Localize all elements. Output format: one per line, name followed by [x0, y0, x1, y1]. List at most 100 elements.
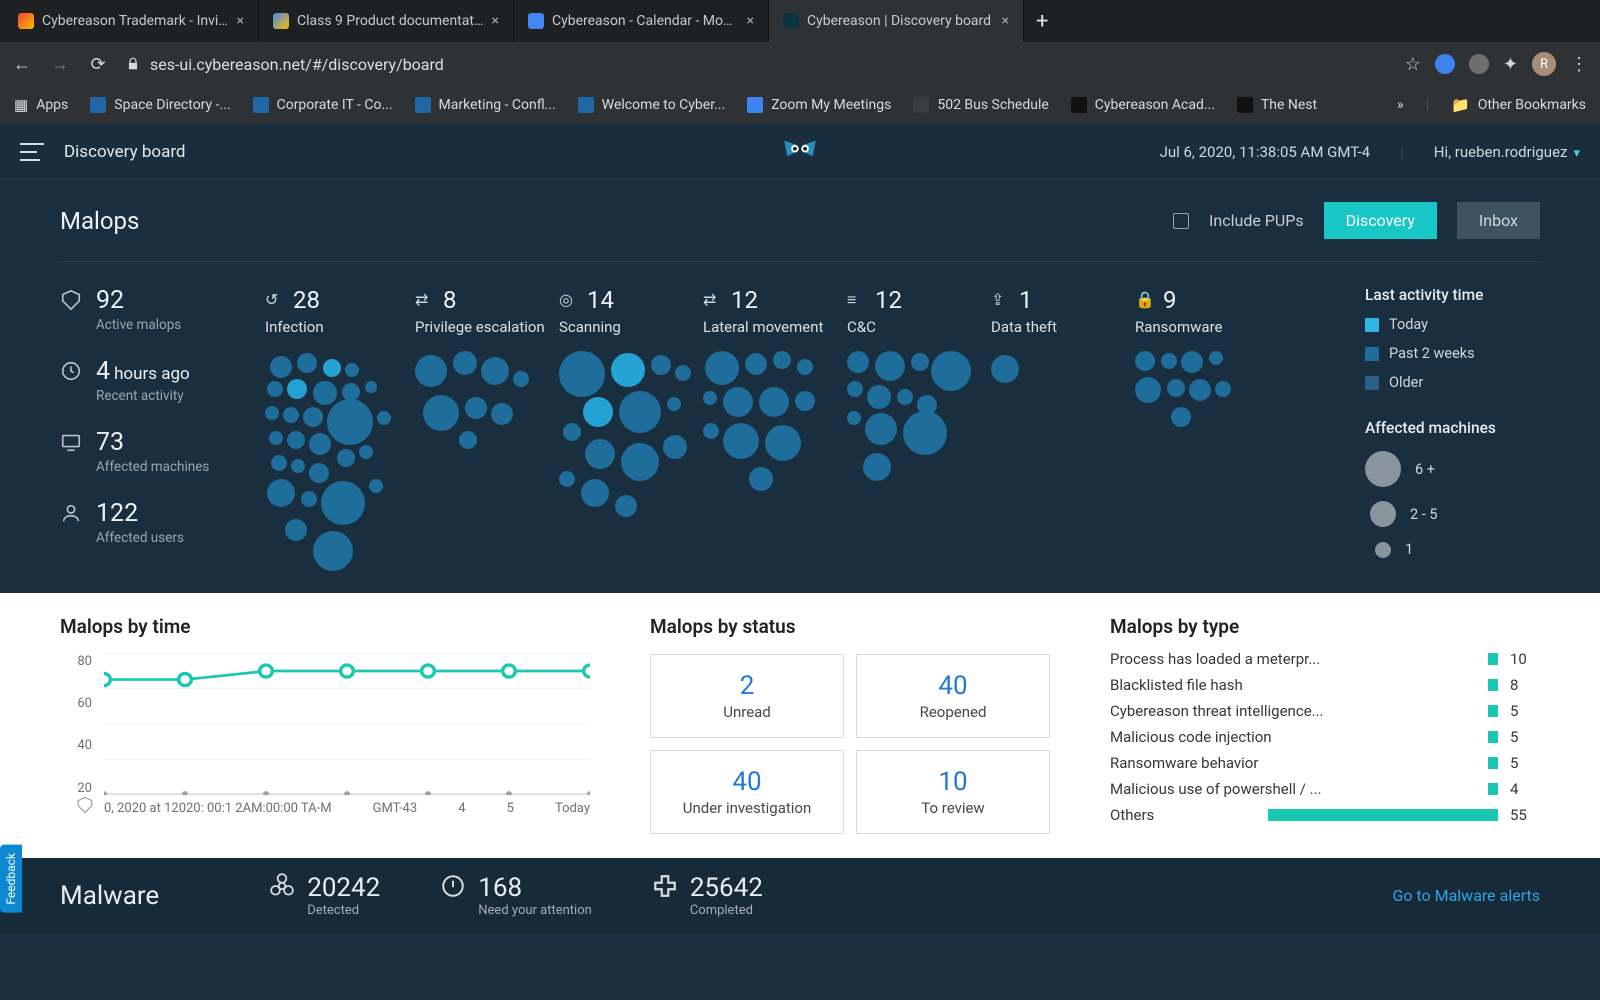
malop-bubble[interactable]: [309, 433, 331, 455]
malware-alerts-link[interactable]: Go to Malware alerts: [1392, 886, 1540, 905]
address-field[interactable]: ses-ui.cybereason.net/#/discovery/board: [126, 55, 1387, 74]
malop-bubble[interactable]: [297, 353, 317, 373]
user-menu[interactable]: Hi, rueben.rodriguez▾: [1434, 143, 1580, 161]
malop-bubble[interactable]: [377, 411, 391, 425]
malop-bubble[interactable]: [847, 411, 861, 425]
bookmark-item[interactable]: Cybereason Acad...: [1071, 97, 1215, 113]
malop-bubble[interactable]: [309, 463, 329, 483]
malop-bubble[interactable]: [491, 403, 513, 425]
category-infection[interactable]: ↺28Infection: [265, 286, 411, 571]
category-scanning[interactable]: ◎14Scanning: [559, 286, 699, 571]
malop-bubble[interactable]: [559, 351, 605, 397]
malop-bubble[interactable]: [667, 397, 681, 411]
category-lateral-movement[interactable]: ⇄12Lateral movement: [703, 286, 843, 571]
malop-bubble[interactable]: [323, 359, 341, 377]
bookmark-item[interactable]: Welcome to Cyber...: [578, 97, 725, 113]
browser-tab[interactable]: Cybereason - Calendar - Mond×: [514, 0, 769, 42]
type-row[interactable]: Malicious code injection5: [1110, 728, 1540, 746]
malop-bubble[interactable]: [651, 355, 671, 375]
malop-bubble[interactable]: [847, 351, 869, 373]
malop-bubble[interactable]: [1135, 377, 1161, 403]
type-row[interactable]: Ransomware behavior5: [1110, 754, 1540, 772]
profile-avatar[interactable]: R: [1532, 52, 1556, 76]
bookmark-item[interactable]: The Nest: [1237, 97, 1317, 113]
malop-bubble[interactable]: [270, 356, 292, 378]
status-card[interactable]: 40Reopened: [856, 654, 1050, 738]
inbox-button[interactable]: Inbox: [1457, 202, 1540, 239]
malop-bubble[interactable]: [675, 365, 691, 381]
malop-bubble[interactable]: [265, 406, 279, 420]
malop-bubble[interactable]: [703, 423, 719, 439]
malop-bubble[interactable]: [865, 413, 897, 445]
malop-bubble[interactable]: [1135, 351, 1155, 371]
menu-icon[interactable]: [20, 143, 44, 161]
malop-bubble[interactable]: [585, 439, 615, 469]
type-row[interactable]: Process has loaded a meterpr...10: [1110, 650, 1540, 668]
malop-bubble[interactable]: [271, 455, 287, 471]
reload-icon[interactable]: ⟳: [88, 54, 108, 74]
malop-bubble[interactable]: [723, 423, 759, 459]
malop-bubble[interactable]: [459, 431, 477, 449]
close-icon[interactable]: ×: [492, 13, 499, 29]
bookmark-item[interactable]: 502 Bus Schedule: [913, 97, 1048, 113]
malop-bubble[interactable]: [423, 395, 459, 431]
malop-bubble[interactable]: [583, 397, 613, 427]
malop-bubble[interactable]: [759, 387, 789, 417]
malop-bubble[interactable]: [765, 425, 801, 461]
malop-bubble[interactable]: [301, 491, 317, 507]
malop-bubble[interactable]: [867, 385, 891, 409]
malop-bubble[interactable]: [1209, 351, 1223, 365]
malop-bubble[interactable]: [267, 479, 295, 507]
status-card[interactable]: 40Under investigation: [650, 750, 844, 834]
malop-bubble[interactable]: [1215, 381, 1231, 397]
malop-bubble[interactable]: [581, 479, 609, 507]
close-icon[interactable]: ×: [1002, 13, 1009, 29]
malop-bubble[interactable]: [369, 479, 383, 493]
malop-bubble[interactable]: [705, 351, 739, 385]
malop-bubble[interactable]: [773, 351, 791, 369]
back-icon[interactable]: ←: [12, 54, 32, 74]
type-row[interactable]: Blacklisted file hash8: [1110, 676, 1540, 694]
category-privilege-escalation[interactable]: ⇄8Privilege escalation: [415, 286, 555, 571]
extensions-icon[interactable]: ✦: [1503, 54, 1518, 75]
malop-bubble[interactable]: [897, 389, 913, 405]
malop-bubble[interactable]: [1189, 379, 1211, 401]
malop-bubble[interactable]: [365, 381, 377, 393]
type-row[interactable]: Cybereason threat intelligence...5: [1110, 702, 1540, 720]
malop-bubble[interactable]: [1161, 353, 1177, 369]
bookmark-item[interactable]: ▦Apps: [14, 96, 68, 114]
malop-bubble[interactable]: [611, 353, 645, 387]
malop-bubble[interactable]: [313, 531, 353, 571]
malop-bubble[interactable]: [1171, 407, 1191, 427]
browser-tab-active[interactable]: Cybereason | Discovery board×: [769, 0, 1024, 42]
status-card[interactable]: 2Unread: [650, 654, 844, 738]
type-row[interactable]: Others55: [1110, 806, 1540, 824]
malop-bubble[interactable]: [847, 381, 863, 397]
extension-icon[interactable]: [1469, 54, 1489, 74]
category-data-theft[interactable]: ⇪1Data theft: [991, 286, 1131, 571]
malop-bubble[interactable]: [1181, 351, 1203, 373]
malop-bubble[interactable]: [875, 351, 905, 381]
malop-bubble[interactable]: [359, 445, 373, 459]
bookmark-item[interactable]: Marketing - Confl...: [415, 97, 556, 113]
malop-bubble[interactable]: [863, 453, 891, 481]
malop-bubble[interactable]: [703, 391, 717, 405]
bookmark-item[interactable]: Corporate IT - Co...: [253, 97, 393, 113]
malop-bubble[interactable]: [663, 435, 687, 459]
malop-bubble[interactable]: [911, 353, 929, 371]
extension-icon[interactable]: [1435, 54, 1455, 74]
close-icon[interactable]: ×: [747, 13, 754, 29]
malop-bubble[interactable]: [619, 391, 661, 433]
malop-bubble[interactable]: [465, 397, 487, 419]
malop-bubble[interactable]: [291, 459, 305, 473]
malop-bubble[interactable]: [481, 357, 509, 385]
include-pups-checkbox[interactable]: [1173, 213, 1189, 229]
malop-bubble[interactable]: [269, 431, 283, 445]
malop-bubble[interactable]: [345, 363, 359, 377]
malop-bubble[interactable]: [795, 391, 815, 411]
malop-bubble[interactable]: [931, 351, 971, 391]
category-ransomware[interactable]: 🔒9Ransomware: [1135, 286, 1275, 571]
close-icon[interactable]: ×: [237, 13, 244, 29]
malop-bubble[interactable]: [991, 355, 1019, 383]
malop-bubble[interactable]: [283, 407, 299, 423]
